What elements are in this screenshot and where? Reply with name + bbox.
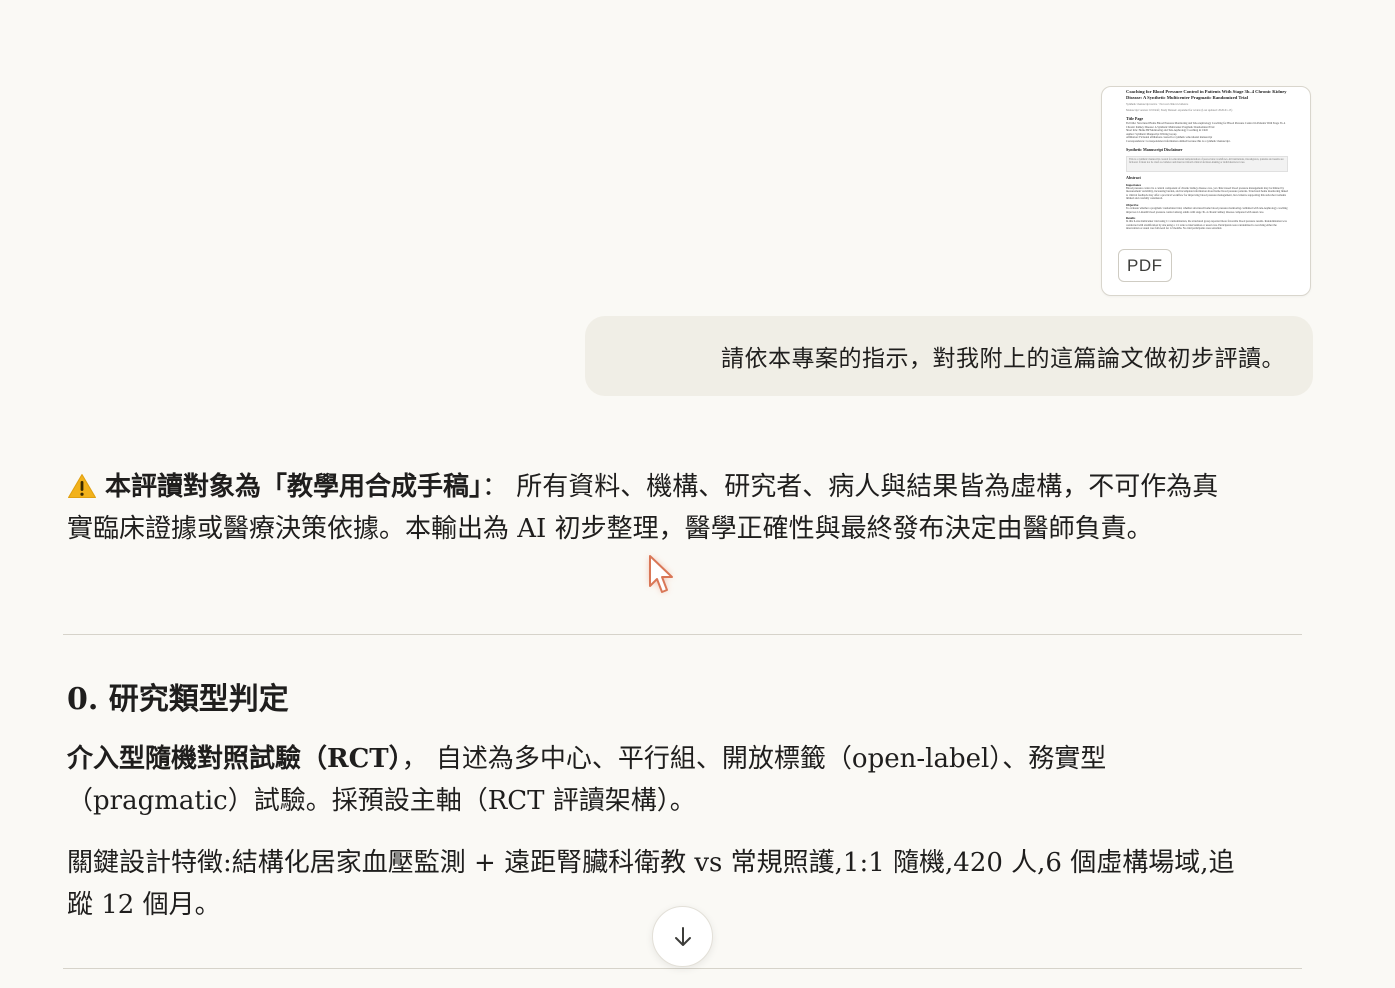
pdf-attachment-thumbnail[interactable]: Coaching for Blood Pressure Control in P… — [1101, 86, 1311, 296]
mouse-cursor-icon — [649, 555, 673, 593]
pdf-preview-content: Coaching for Blood Pressure Control in P… — [1126, 89, 1288, 231]
user-message-bubble: 請依本專案的指示，對我附上的這篇論文做初步評讀。 — [585, 316, 1313, 396]
study-type-paragraph: 介入型隨機對照試驗（RCT）， 自述為多中心、平行組、開放標籤（open-lab… — [67, 738, 1247, 822]
section-divider — [63, 968, 1302, 969]
warning-icon — [68, 474, 96, 498]
section-divider — [63, 634, 1302, 635]
chat-page: Coaching for Blood Pressure Control in P… — [0, 0, 1395, 988]
assistant-response-disclaimer: 本評讀對象為「教學用合成手稿」： 所有資料、機構、研究者、病人與結果皆為虛構，不… — [67, 466, 1237, 550]
user-message-text: 請依本專案的指示，對我附上的這篇論文做初步評讀。 — [721, 346, 1285, 372]
pdf-preview-title: Coaching for Blood Pressure Control in P… — [1126, 89, 1287, 100]
pdf-preview-text: Correspondence: Correspondence informati… — [1126, 139, 1231, 143]
pdf-preview-text: In this 6-site multicenter trial using 1… — [1126, 220, 1287, 231]
scroll-to-bottom-button[interactable] — [652, 906, 713, 967]
pdf-preview-heading: Synthetic Manuscript Disclaimer — [1126, 146, 1183, 152]
pdf-preview-text: To evaluate whether a pragmatic randomiz… — [1126, 206, 1288, 214]
pdf-preview-heading: Abstract — [1126, 174, 1141, 180]
section-title-study-type: 0. 研究類型判定 — [67, 682, 289, 717]
design-features-paragraph: 關鍵設計特徵:結構化居家血壓監測 + 遠距腎臟科衛教 vs 常規照護,1:1 隨… — [67, 848, 1235, 920]
pdf-preview-meta: Manuscript version: 0.9 Draft; Study Dat… — [1126, 109, 1233, 112]
synthetic-manuscript-warning: 本評讀對象為「教學用合成手稿」： 所有資料、機構、研究者、病人與結果皆為虛構，不… — [67, 466, 1237, 550]
section-body-study-type: 介入型隨機對照試驗（RCT）， 自述為多中心、平行組、開放標籤（open-lab… — [67, 738, 1247, 946]
pdf-file-type-badge: PDF — [1118, 249, 1172, 282]
warning-bold-text: 本評讀對象為「教學用合成手稿」 — [105, 472, 483, 502]
pdf-preview-disclaimer-box: This is a synthetic manuscript created f… — [1126, 155, 1288, 172]
arrow-down-icon — [674, 926, 691, 946]
study-type-bold: 介入型隨機對照試驗（RCT） — [67, 744, 402, 774]
pdf-preview-text: Full title: Structured Home Blood Pressu… — [1126, 122, 1286, 129]
pdf-preview-text: Blood pressure control is a central comp… — [1126, 186, 1288, 201]
pdf-preview-meta: Synthetic manuscript notice · Not real c… — [1126, 103, 1189, 106]
